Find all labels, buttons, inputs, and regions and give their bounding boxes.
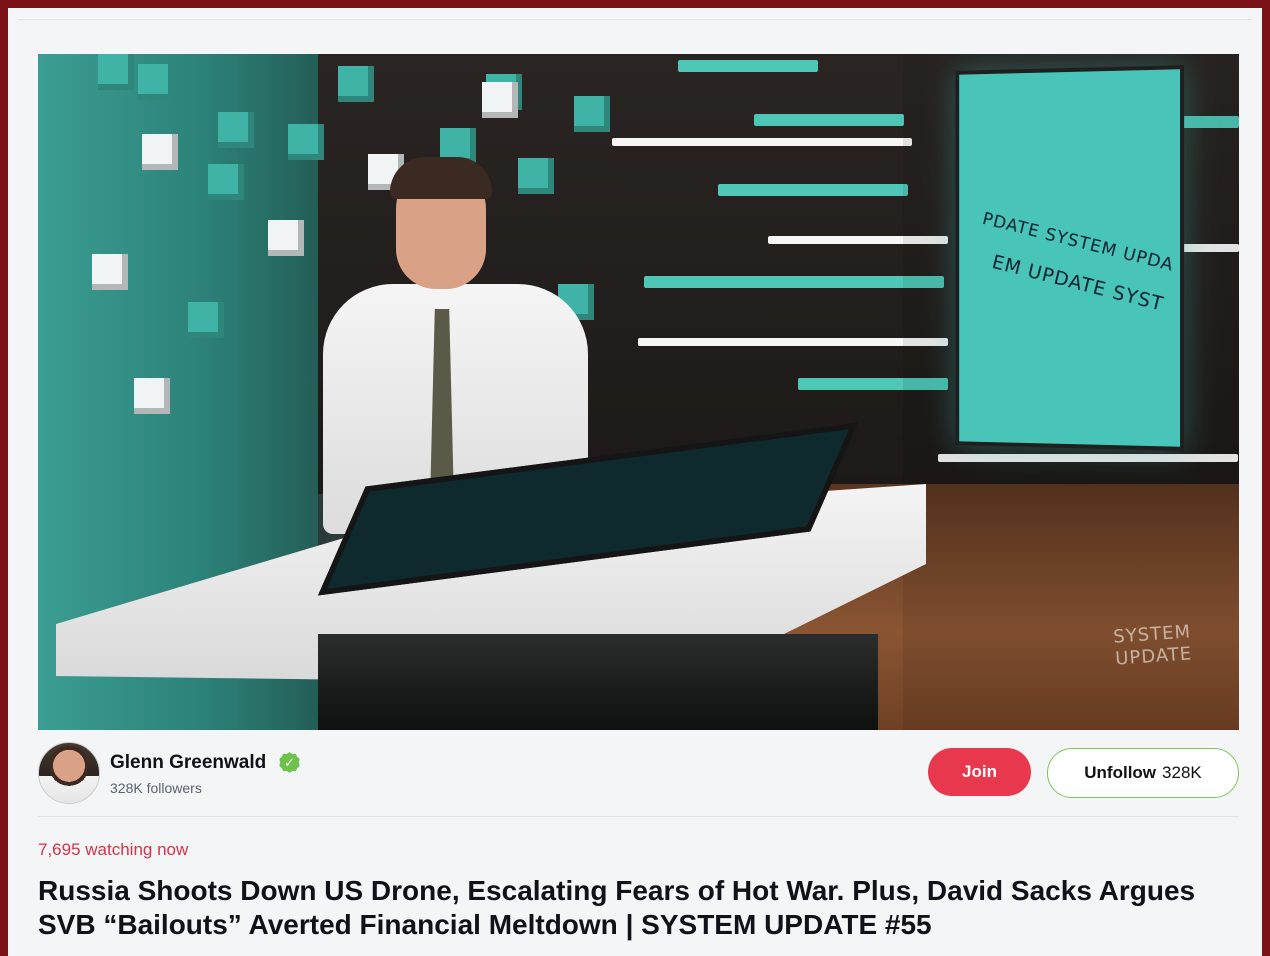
- anchor-desk-base: [318, 634, 878, 730]
- wall-cube: [138, 64, 174, 100]
- wall-cube: [134, 378, 170, 414]
- wall-stripe: [718, 184, 908, 196]
- top-divider: [18, 18, 1252, 20]
- unfollow-button[interactable]: Unfollow 328K: [1047, 748, 1239, 798]
- join-button[interactable]: Join: [928, 748, 1031, 796]
- wall-stripe: [678, 60, 818, 72]
- wall-stripe: [638, 338, 948, 346]
- follower-count: 328K followers: [110, 780, 202, 796]
- unfollow-label: Unfollow: [1084, 763, 1157, 782]
- live-viewer-count: 7,695 watching now: [38, 840, 189, 859]
- unfollow-count: 328K: [1162, 763, 1202, 782]
- wall-stripe: [644, 276, 944, 288]
- wall-cube: [482, 82, 518, 118]
- wall-stripe: [754, 114, 904, 126]
- wall-cube: [98, 54, 134, 90]
- channel-avatar[interactable]: [38, 742, 100, 804]
- wall-cube: [142, 134, 178, 170]
- wall-cube: [518, 158, 554, 194]
- host-hair: [390, 157, 492, 199]
- section-divider: [38, 816, 1239, 817]
- page-frame: PDATE SYSTEM UPDA EM UPDATE SYST SYSTEM …: [8, 8, 1262, 956]
- video-title: Russia Shoots Down US Drone, Escalating …: [38, 875, 1196, 940]
- wall-cube: [338, 66, 374, 102]
- wall-cube: [218, 112, 254, 148]
- channel-bar: Glenn Greenwald ✓ 328K followers Join Un…: [38, 742, 1239, 806]
- wall-cube: [208, 164, 244, 200]
- video-player[interactable]: PDATE SYSTEM UPDA EM UPDATE SYST SYSTEM …: [38, 54, 1239, 730]
- wall-cube: [268, 220, 304, 256]
- wall-cube: [92, 254, 128, 290]
- wall-stripe: [612, 138, 912, 146]
- wall-cube: [574, 96, 610, 132]
- verified-check-icon: ✓: [279, 752, 300, 773]
- wall-cube: [288, 124, 324, 160]
- channel-name[interactable]: Glenn Greenwald: [110, 752, 266, 774]
- wall-cube: [188, 302, 224, 338]
